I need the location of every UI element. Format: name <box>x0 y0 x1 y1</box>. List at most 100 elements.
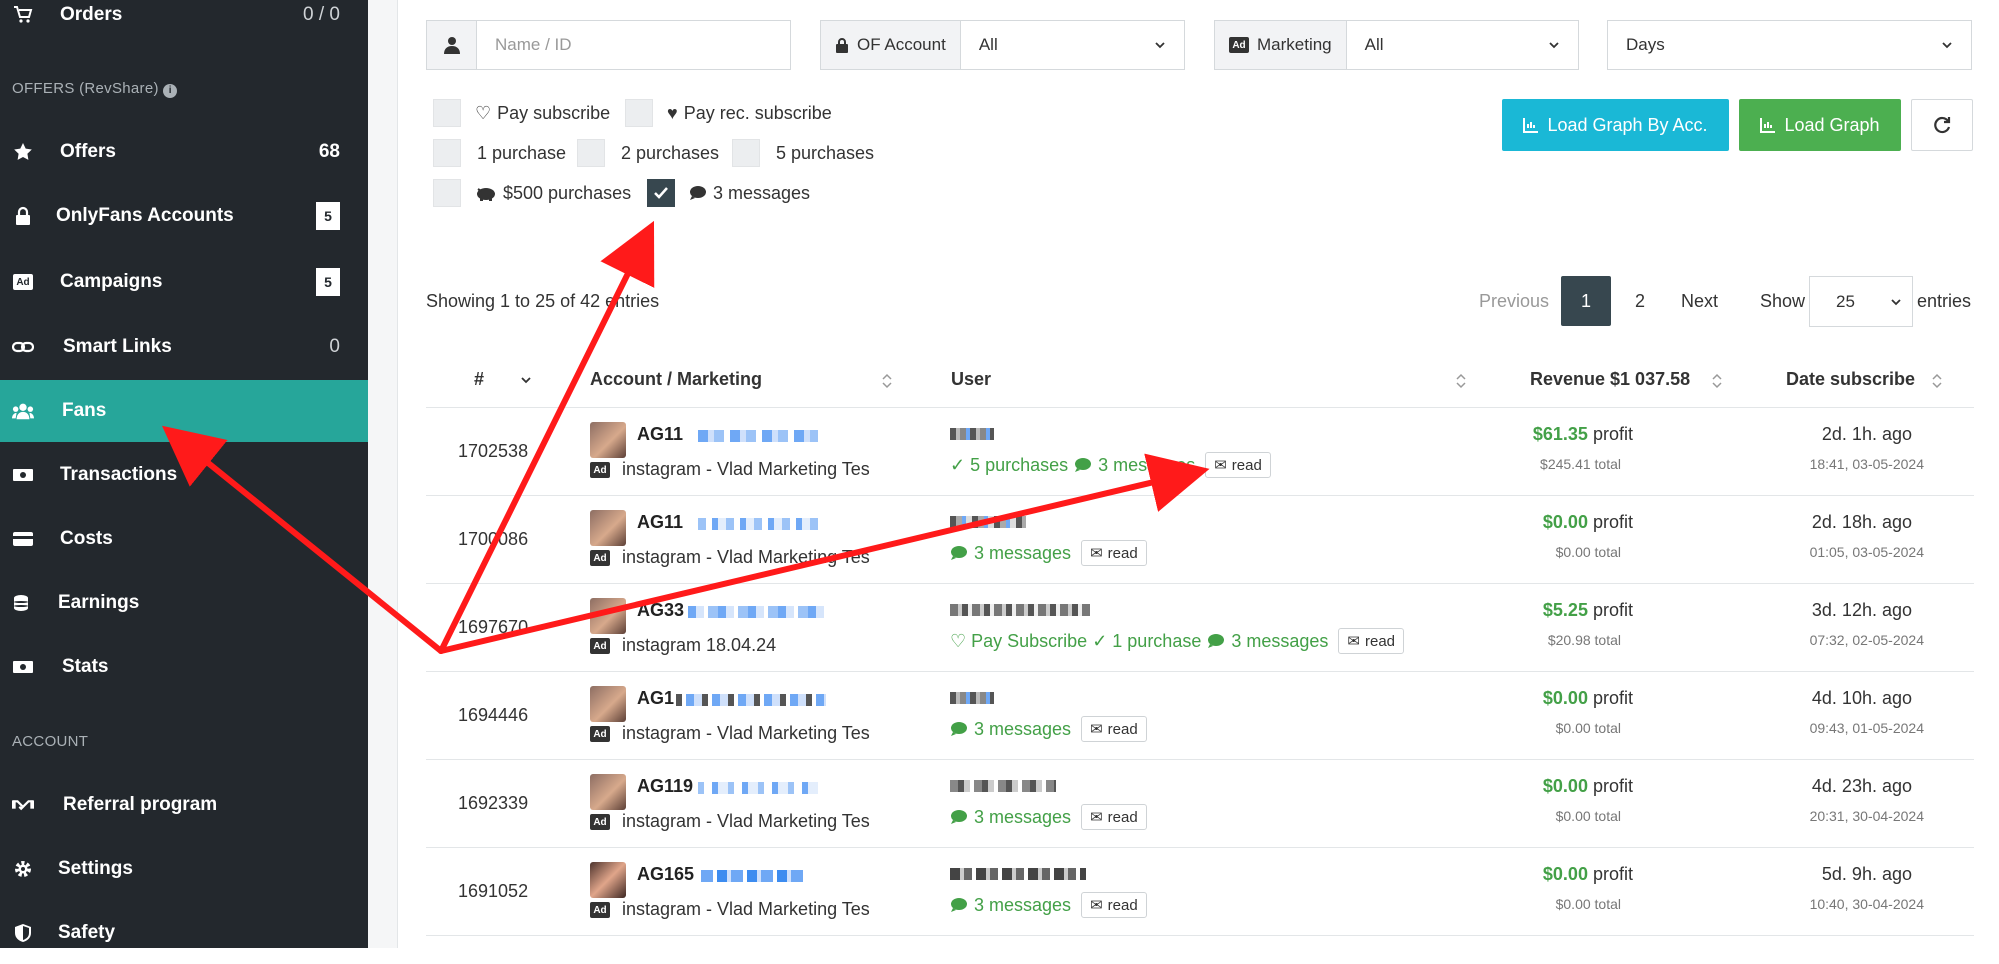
sidebar-item-label: Fans <box>62 400 107 421</box>
checkbox[interactable] <box>732 139 760 167</box>
pager-next[interactable]: Next <box>1681 291 1718 312</box>
name-id-input[interactable]: Name / ID <box>477 35 790 55</box>
of-account-addon: OF Account <box>821 21 961 69</box>
checkbox-checked[interactable] <box>647 179 675 207</box>
table-row[interactable]: 1697670 AG33 Ad instagram 18.04.24 ♡ Pay… <box>426 584 1974 672</box>
col-user[interactable]: User <box>951 369 991 390</box>
user-icon <box>427 21 477 69</box>
read-button[interactable]: ✉ read <box>1081 716 1147 742</box>
checkbox[interactable] <box>625 99 653 127</box>
table-row[interactable]: 1691052 AG165 Ad instagram - Vlad Market… <box>426 848 1974 936</box>
read-button[interactable]: ✉ read <box>1081 804 1147 830</box>
row-id: 1692339 <box>458 793 529 813</box>
filter-3-messages[interactable]: 3 messages <box>647 179 810 207</box>
sidebar-item-offers[interactable]: Offers 68 <box>0 121 368 183</box>
load-graph-button[interactable]: Load Graph <box>1739 99 1901 151</box>
table-row[interactable]: 1702538 AG11 Ad instagram - Vlad Marketi… <box>426 408 1974 496</box>
subscribe-ago: 2d. 18h. ago <box>1811 512 1912 532</box>
fan-tags: ✓ 5 purchases 3 messages ✉ read <box>950 452 1271 478</box>
table-row[interactable]: 1700086 AG11 Ad instagram - Vlad Marketi… <box>426 496 1974 584</box>
subscribe-ago: 5d. 9h. ago <box>1821 864 1912 884</box>
filter-pay-subscribe[interactable]: ♡ Pay subscribe <box>433 99 610 127</box>
chevron-down-icon <box>1548 39 1560 51</box>
checkbox[interactable] <box>433 139 461 167</box>
checkbox-label: 1 purchase <box>477 142 567 163</box>
sidebar-item-campaigns[interactable]: Ad Campaigns 5 <box>0 251 368 313</box>
sidebar: Orders 0 / 0 OFFERS (RevShare) i Offers … <box>0 0 368 948</box>
col-revenue[interactable]: Revenue $1 037.58 <box>1530 369 1690 390</box>
fan-tags: ♡ Pay Subscribe ✓ 1 purchase 3 messages … <box>950 628 1405 654</box>
redacted-account <box>676 694 826 706</box>
pager-previous[interactable]: Previous <box>1479 291 1549 312</box>
redacted-account <box>698 782 818 794</box>
checkbox[interactable] <box>433 179 461 207</box>
sidebar-item-onlyfans-accounts[interactable]: OnlyFans Accounts 5 <box>0 185 368 247</box>
name-id-search[interactable]: Name / ID <box>426 20 791 70</box>
sidebar-item-label: Referral program <box>63 794 218 815</box>
sidebar-item-smart-links[interactable]: Smart Links 0 <box>0 316 368 378</box>
profit: $0.00 profit <box>1542 512 1633 532</box>
account-name[interactable]: AG119 <box>637 776 693 797</box>
read-button[interactable]: ✉ read <box>1338 628 1405 654</box>
sidebar-item-settings[interactable]: Settings <box>0 838 368 900</box>
marketing-addon: Ad Marketing <box>1215 21 1347 69</box>
table-row[interactable]: 1692339 AG119 Ad instagram - Vlad Market… <box>426 760 1974 848</box>
filter-2-purchases[interactable]: 2 purchases <box>577 139 719 167</box>
chevron-down-icon <box>1890 296 1902 308</box>
entries-select[interactable]: 25 <box>1809 276 1913 327</box>
read-button[interactable]: ✉ read <box>1081 540 1147 566</box>
read-button[interactable]: ✉ read <box>1205 452 1271 478</box>
col-account[interactable]: Account / Marketing <box>590 369 762 390</box>
of-account-select[interactable]: OF Account All <box>820 20 1185 70</box>
sidebar-item-label: Orders <box>60 4 123 25</box>
filter-pay-rec-subscribe[interactable]: ♥ Pay rec. subscribe <box>625 99 832 127</box>
account-name[interactable]: AG1 <box>637 688 674 709</box>
days-select[interactable]: Days <box>1607 20 1972 70</box>
ad-icon: Ad <box>1229 37 1249 53</box>
filter-5-purchases[interactable]: 5 purchases <box>732 139 874 167</box>
read-button[interactable]: ✉ read <box>1081 892 1147 918</box>
checkbox[interactable] <box>433 99 461 127</box>
sidebar-item-referral-program[interactable]: Referral program <box>0 774 368 836</box>
sort-icon[interactable] <box>882 372 892 390</box>
refresh-button[interactable] <box>1911 99 1973 151</box>
link-icon <box>12 336 34 358</box>
subscribe-date: 10:40, 30-04-2024 <box>1809 896 1924 912</box>
account-name[interactable]: AG11 <box>637 512 683 533</box>
redacted-user <box>950 516 1026 528</box>
table-row[interactable]: 1694446 AG1 Ad instagram - Vlad Marketin… <box>426 672 1974 760</box>
avatar <box>590 862 626 898</box>
sidebar-item-stats[interactable]: Stats <box>0 636 368 698</box>
col-date[interactable]: Date subscribe <box>1786 369 1915 390</box>
sort-icon[interactable] <box>1932 372 1942 390</box>
checkbox-label: 3 messages <box>713 182 811 203</box>
account-name[interactable]: AG165 <box>637 864 694 885</box>
sort-desc-icon[interactable] <box>520 374 531 392</box>
sidebar-item-earnings[interactable]: Earnings <box>0 572 368 634</box>
marketing-label: instagram - Vlad Marketing Tes <box>622 547 870 567</box>
col-num[interactable]: # <box>474 369 484 390</box>
account-name[interactable]: AG11 <box>637 424 683 445</box>
heart-outline-icon: ♡ <box>475 102 492 123</box>
checkbox[interactable] <box>577 139 605 167</box>
marketing-select[interactable]: Ad Marketing All <box>1214 20 1579 70</box>
pager-page-2[interactable]: 2 <box>1635 291 1645 312</box>
sidebar-item-costs[interactable]: Costs <box>0 508 368 570</box>
sidebar-item-fans[interactable]: Fans <box>0 380 368 442</box>
account-name[interactable]: AG33 <box>637 600 684 621</box>
sidebar-item-label: OnlyFans Accounts <box>56 205 234 226</box>
sidebar-item-label: Costs <box>60 528 113 549</box>
pager-page-1[interactable]: 1 <box>1561 276 1611 326</box>
sidebar-item-transactions[interactable]: Transactions <box>0 444 368 506</box>
filter-500-purchases[interactable]: $500 purchases <box>433 179 631 207</box>
sidebar-item-orders[interactable]: Orders 0 / 0 <box>0 0 368 46</box>
filter-1-purchase[interactable]: 1 purchase <box>433 139 566 167</box>
sort-icon[interactable] <box>1456 372 1466 390</box>
sidebar-item-safety[interactable]: Safety <box>0 902 368 964</box>
smart-links-count: 0 <box>329 336 340 357</box>
subscribe-date: 01:05, 03-05-2024 <box>1809 544 1924 560</box>
load-graph-by-acc-button[interactable]: Load Graph By Acc. <box>1502 99 1729 151</box>
sort-icon[interactable] <box>1712 372 1722 390</box>
shield-icon <box>12 922 34 944</box>
marketing-label: instagram 18.04.24 <box>622 635 777 655</box>
